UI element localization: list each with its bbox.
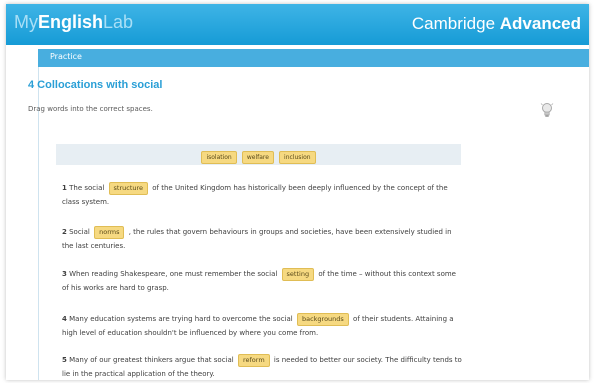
brand-english: English	[38, 12, 104, 32]
word-chip-isolation[interactable]: isolation	[201, 151, 237, 164]
question-text-before: Many education systems are trying hard t…	[66, 315, 295, 323]
question-item: 5 Many of our greatest thinkers argue th…	[62, 353, 462, 380]
lightbulb-icon[interactable]	[540, 102, 554, 120]
header-bar: MyEnglishLab Cambridge Advanced	[6, 4, 589, 45]
answer-slot[interactable]: structure	[108, 182, 149, 195]
answer-slot[interactable]: norms	[94, 226, 125, 239]
practice-nav-bar: Practice	[38, 49, 589, 67]
product-title-part2: Advanced	[499, 14, 581, 33]
question-text-before: When reading Shakespeare, one must remem…	[66, 270, 280, 278]
word-bank: isolation welfare inclusion	[56, 144, 461, 165]
product-title: Cambridge Advanced	[412, 14, 581, 34]
content-divider	[38, 67, 39, 380]
question-text-before: Social	[66, 228, 93, 236]
brand-my: My	[14, 12, 38, 32]
answer-slot[interactable]: setting	[281, 268, 315, 281]
question-item: 4 Many education systems are trying hard…	[62, 312, 462, 340]
brand-lab: Lab	[103, 12, 134, 32]
product-title-part1: Cambridge	[411, 14, 500, 33]
question-item: 3 When reading Shakespeare, one must rem…	[62, 267, 462, 295]
question-text-before: The social	[66, 184, 107, 192]
app-window: MyEnglishLab Cambridge Advanced Practice…	[6, 4, 589, 380]
answer-slot[interactable]: backgrounds	[296, 313, 349, 326]
brand-logo[interactable]: MyEnglishLab	[14, 12, 133, 33]
question-item: 2 Social norms , the rules that govern b…	[62, 225, 462, 253]
question-item: 1 The social structure of the United Kin…	[62, 181, 462, 209]
exercise-title: 4 Collocations with social	[28, 79, 163, 91]
exercise-instruction: Drag words into the correct spaces.	[28, 105, 153, 113]
question-text-before: Many of our greatest thinkers argue that…	[66, 356, 236, 364]
answer-slot[interactable]: reform	[237, 354, 270, 367]
word-chip-welfare[interactable]: welfare	[241, 151, 274, 164]
practice-tab[interactable]: Practice	[50, 52, 82, 61]
word-chip-inclusion[interactable]: inclusion	[279, 151, 316, 164]
